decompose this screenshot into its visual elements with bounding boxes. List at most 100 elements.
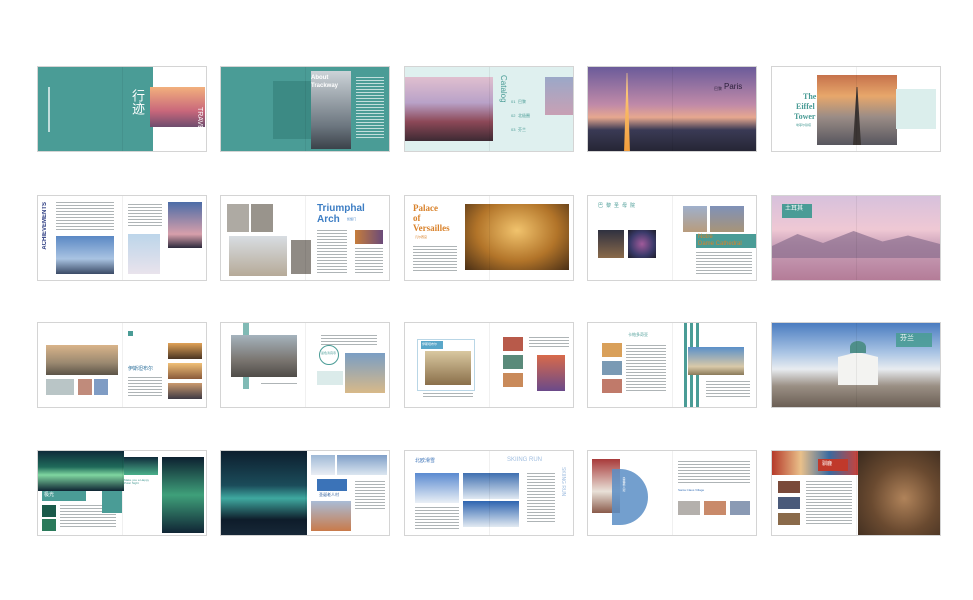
spread-12[interactable]: 蓝色清真寺	[220, 322, 390, 408]
spread-01[interactable]: 行迹 TRAVEL 2020	[37, 66, 207, 152]
santa-text	[355, 481, 385, 511]
spread-16[interactable]: 极光 Make you a Happy Polar Night	[37, 450, 207, 536]
arch-line1: Triumphal	[317, 203, 365, 214]
ski-vertical: SKIING RUN	[560, 467, 566, 497]
tower-sky	[128, 234, 160, 274]
mosque-photo	[231, 335, 297, 377]
versailles-text	[413, 246, 457, 272]
spread-13[interactable]: 伊斯坦布尔	[404, 322, 574, 408]
street-photo-big	[537, 355, 565, 391]
notre-dame-cn: 巴黎圣母院	[598, 203, 639, 209]
tower-photo	[425, 351, 471, 385]
arch-sub: 凯旋门	[347, 217, 357, 221]
catalog-item2-num: 02	[511, 113, 516, 118]
cover-title: 行迹	[130, 89, 145, 115]
relief-photo-3	[291, 240, 311, 274]
arch-text-2	[355, 248, 383, 274]
reindeer-text	[806, 481, 852, 525]
text-block	[56, 202, 114, 232]
spread-08[interactable]: Palace of Versailles 凡尔赛宫	[404, 195, 574, 281]
spread-07[interactable]: Triumphal Arch 凯旋门	[220, 195, 390, 281]
spread-03[interactable]: Catalog 01 巴黎 02 北极圈 03 芬兰	[404, 66, 574, 152]
eiffel-line3: Tower	[794, 112, 816, 121]
mosque-caption	[261, 383, 297, 385]
round-badge	[319, 345, 339, 365]
catalog-item1-label: 巴黎	[518, 99, 526, 104]
notre-dame-line1: Notre	[698, 234, 713, 240]
snow-photo	[311, 455, 335, 475]
ski-cn: 北欧滑雪	[415, 458, 436, 464]
eiffel-closeup	[56, 236, 114, 274]
village-thumb-2	[704, 501, 726, 515]
ski-text-2	[527, 473, 555, 523]
aurora-big-photo	[162, 457, 204, 533]
spread-15[interactable]: 芬兰	[771, 322, 941, 408]
about-line1: About	[311, 75, 329, 81]
thumb-2	[78, 379, 92, 395]
versailles-line1: Palace	[413, 203, 438, 213]
palace-photo	[688, 347, 744, 375]
arch-photo	[229, 236, 287, 276]
ski-photo-1	[415, 473, 459, 503]
notre-dame-line2: Dame Cathedral	[698, 241, 742, 247]
pagoda-photo	[405, 77, 493, 141]
aurora-photo	[38, 451, 124, 491]
ski-photo-2	[463, 473, 519, 499]
ski-photo-3	[463, 501, 519, 527]
village-text	[678, 461, 750, 483]
accent-mark	[128, 331, 133, 336]
village-cn: 圣诞老人村	[622, 477, 626, 492]
spread-04[interactable]: Paris 巴黎	[587, 66, 757, 152]
catalog-item1-num: 01	[511, 99, 516, 104]
street-title: 伊斯坦布尔	[422, 342, 438, 346]
thumb-a	[778, 481, 800, 493]
catalog-item3-num: 03	[511, 127, 516, 132]
spread-06[interactable]: ACHIEVEMENTS	[37, 195, 207, 281]
spread-02[interactable]: About Trackway	[220, 66, 390, 152]
text-block-right	[128, 204, 162, 228]
village-thumb-3	[730, 501, 750, 515]
cabin-photo	[311, 501, 351, 531]
spread-05[interactable]: The Eiffel Tower 埃菲尔铁塔	[771, 66, 941, 152]
street-thumb-1	[503, 337, 523, 351]
spread-14[interactable]: 卡帕多奇亚	[587, 322, 757, 408]
mountain-ridge	[772, 231, 940, 258]
spread-18[interactable]: 北欧滑雪 SKIING RUN SKIING RUN	[404, 450, 574, 536]
sunset-2	[168, 363, 202, 379]
about-line2: Trackway	[311, 83, 339, 89]
spread-11[interactable]: 伊斯坦布尔	[37, 322, 207, 408]
about-text	[356, 77, 384, 139]
small-photo	[545, 77, 573, 115]
street-text	[423, 393, 473, 399]
thumb-1	[46, 379, 74, 395]
ski-text	[415, 507, 459, 529]
versailles-line3: Versailles	[413, 223, 450, 233]
versailles-line2: of	[413, 213, 421, 223]
aurora-en: Make you a Happy Polar Night	[124, 478, 150, 485]
facade-photo-1	[683, 206, 707, 232]
street-thumb-3	[503, 373, 523, 387]
blue-tag	[317, 479, 347, 491]
notre-dame-text	[696, 252, 752, 274]
catalog-heading: Catalog	[499, 75, 508, 103]
spread-20[interactable]: 驯鹿	[771, 450, 941, 536]
versailles-sub: 凡尔赛宫	[415, 235, 428, 239]
village-thumb-1	[678, 501, 700, 515]
relief-photo-1	[227, 204, 249, 232]
istanbul-title: 伊斯坦布尔	[128, 366, 154, 372]
spread-17[interactable]: 圣诞老人村	[220, 450, 390, 536]
thumb-b	[778, 497, 800, 509]
istanbul-text	[128, 377, 162, 397]
balloon-1	[602, 343, 622, 357]
catalog-item2-label: 北极圈	[518, 113, 530, 118]
catalog-item3-label: 芬兰	[518, 127, 526, 132]
eiffel-line1: The	[803, 92, 817, 101]
cover-year: 2020	[189, 74, 201, 80]
spread-19[interactable]: 圣诞老人村 Santa Claus Village	[587, 450, 757, 536]
thumb-c	[778, 513, 800, 525]
reindeer-photo	[858, 451, 940, 535]
spread-10[interactable]: 土耳其	[771, 195, 941, 281]
reindeer-title: 驯鹿	[822, 461, 833, 467]
spread-09[interactable]: 巴黎圣母院 Notre Dame Cathedral	[587, 195, 757, 281]
eiffel-sub: 埃菲尔铁塔	[796, 123, 812, 127]
